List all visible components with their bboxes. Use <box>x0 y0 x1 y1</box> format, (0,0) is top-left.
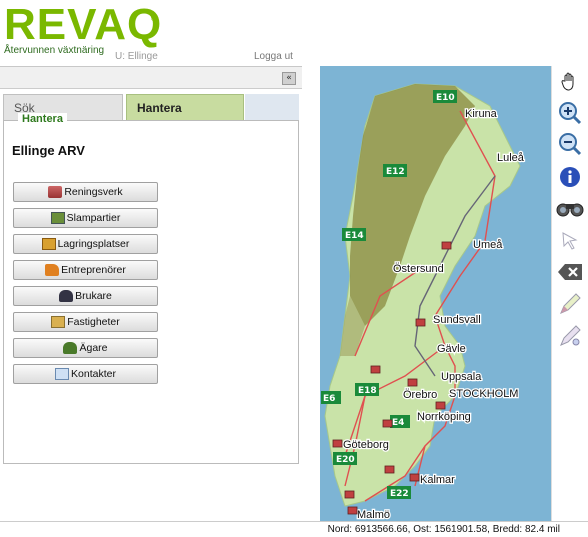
contacts-icon <box>55 368 70 380</box>
plant-title: Ellinge ARV <box>12 143 85 158</box>
property-icon <box>51 316 66 328</box>
svg-text:Umeå: Umeå <box>473 239 503 251</box>
treatment-plant-icon <box>48 186 63 198</box>
svg-text:E18: E18 <box>358 386 377 396</box>
sludge-icon <box>50 212 65 224</box>
svg-text:Sundsvall: Sundsvall <box>433 314 481 326</box>
svg-text:Norrköping: Norrköping <box>417 411 471 423</box>
map-toolbar <box>551 66 588 521</box>
svg-text:Uppsala: Uppsala <box>441 371 482 383</box>
tagline: Återvunnen växtnäring <box>4 45 105 56</box>
collapse-panel-button[interactable]: « <box>282 72 296 85</box>
select-arrow-icon[interactable] <box>556 226 584 254</box>
logout-link[interactable]: Logga ut <box>254 51 293 62</box>
current-user: U: Ellinge <box>115 51 158 62</box>
button-label: Kontakter <box>71 368 116 380</box>
fastigheter-button[interactable]: Fastigheter <box>13 312 158 332</box>
button-label: Ägare <box>79 342 108 354</box>
logo-text: REVAQ <box>4 0 163 49</box>
binoculars-icon[interactable] <box>556 194 584 222</box>
brukare-button[interactable]: Brukare <box>13 286 158 306</box>
svg-text:Gävle: Gävle <box>437 343 466 355</box>
map-view[interactable]: E10 E12 E14 E18 E6 E4 E20 E22 Kiruna Lul… <box>305 66 551 521</box>
pan-hand-icon[interactable] <box>556 68 584 96</box>
clear-icon[interactable] <box>556 258 584 286</box>
reningsverk-button[interactable]: Reningsverk <box>13 182 158 202</box>
hantera-fieldset: Hantera Ellinge ARV Reningsverk Slampart… <box>3 113 299 464</box>
zoom-in-icon[interactable] <box>556 99 584 127</box>
slampartier-button[interactable]: Slampartier <box>13 208 158 228</box>
entreprenorer-button[interactable]: Entreprenörer <box>13 260 158 280</box>
tab-bar-filler <box>245 94 299 120</box>
button-label: Lagringsplatser <box>57 238 130 250</box>
kontakter-button[interactable]: Kontakter <box>13 364 158 384</box>
svg-text:E20: E20 <box>336 455 355 465</box>
panel-header: « <box>0 67 302 89</box>
svg-text:STOCKHOLM: STOCKHOLM <box>449 388 518 400</box>
tab-hantera[interactable]: Hantera <box>126 94 244 120</box>
svg-text:E10: E10 <box>436 93 455 103</box>
agare-button[interactable]: Ägare <box>13 338 158 358</box>
svg-text:Kalmar: Kalmar <box>420 474 455 486</box>
draw-line-icon[interactable] <box>556 290 584 318</box>
button-label: Brukare <box>75 290 112 302</box>
registered-mark-icon: ® <box>150 14 158 23</box>
svg-text:E4: E4 <box>392 418 404 428</box>
svg-text:E22: E22 <box>390 489 409 499</box>
button-label: Slampartier <box>66 212 121 224</box>
svg-text:Örebro: Örebro <box>403 389 437 401</box>
svg-text:E6: E6 <box>323 394 335 404</box>
truck-icon <box>45 264 60 276</box>
sweden-map[interactable]: E10 E12 E14 E18 E6 E4 E20 E22 Kiruna Lul… <box>305 66 551 521</box>
coordinate-status-bar: Nord: 6913566.66, Ost: 1561901.58, Bredd… <box>0 521 588 537</box>
button-label: Reningsverk <box>64 186 123 198</box>
svg-text:E14: E14 <box>345 231 364 241</box>
svg-text:Kiruna: Kiruna <box>465 108 498 120</box>
revaq-logo: REVAQ <box>4 2 162 48</box>
svg-text:Malmö: Malmö <box>357 509 390 521</box>
left-panel: « Sök Hantera Hantera Ellinge ARV Rening… <box>0 66 302 521</box>
svg-text:E12: E12 <box>386 167 405 177</box>
storage-icon <box>41 238 56 250</box>
measure-icon[interactable] <box>556 322 584 350</box>
lagringsplatser-button[interactable]: Lagringsplatser <box>13 234 158 254</box>
button-label: Fastigheter <box>67 316 120 328</box>
info-icon[interactable] <box>556 163 584 191</box>
svg-text:Göteborg: Göteborg <box>343 439 389 451</box>
fieldset-legend: Hantera <box>18 113 67 125</box>
zoom-out-icon[interactable] <box>556 130 584 158</box>
svg-text:Luleå: Luleå <box>497 152 525 164</box>
button-label: Entreprenörer <box>61 264 126 276</box>
owner-icon <box>63 342 78 354</box>
farmer-icon <box>59 290 74 302</box>
svg-text:Östersund: Östersund <box>393 263 444 275</box>
